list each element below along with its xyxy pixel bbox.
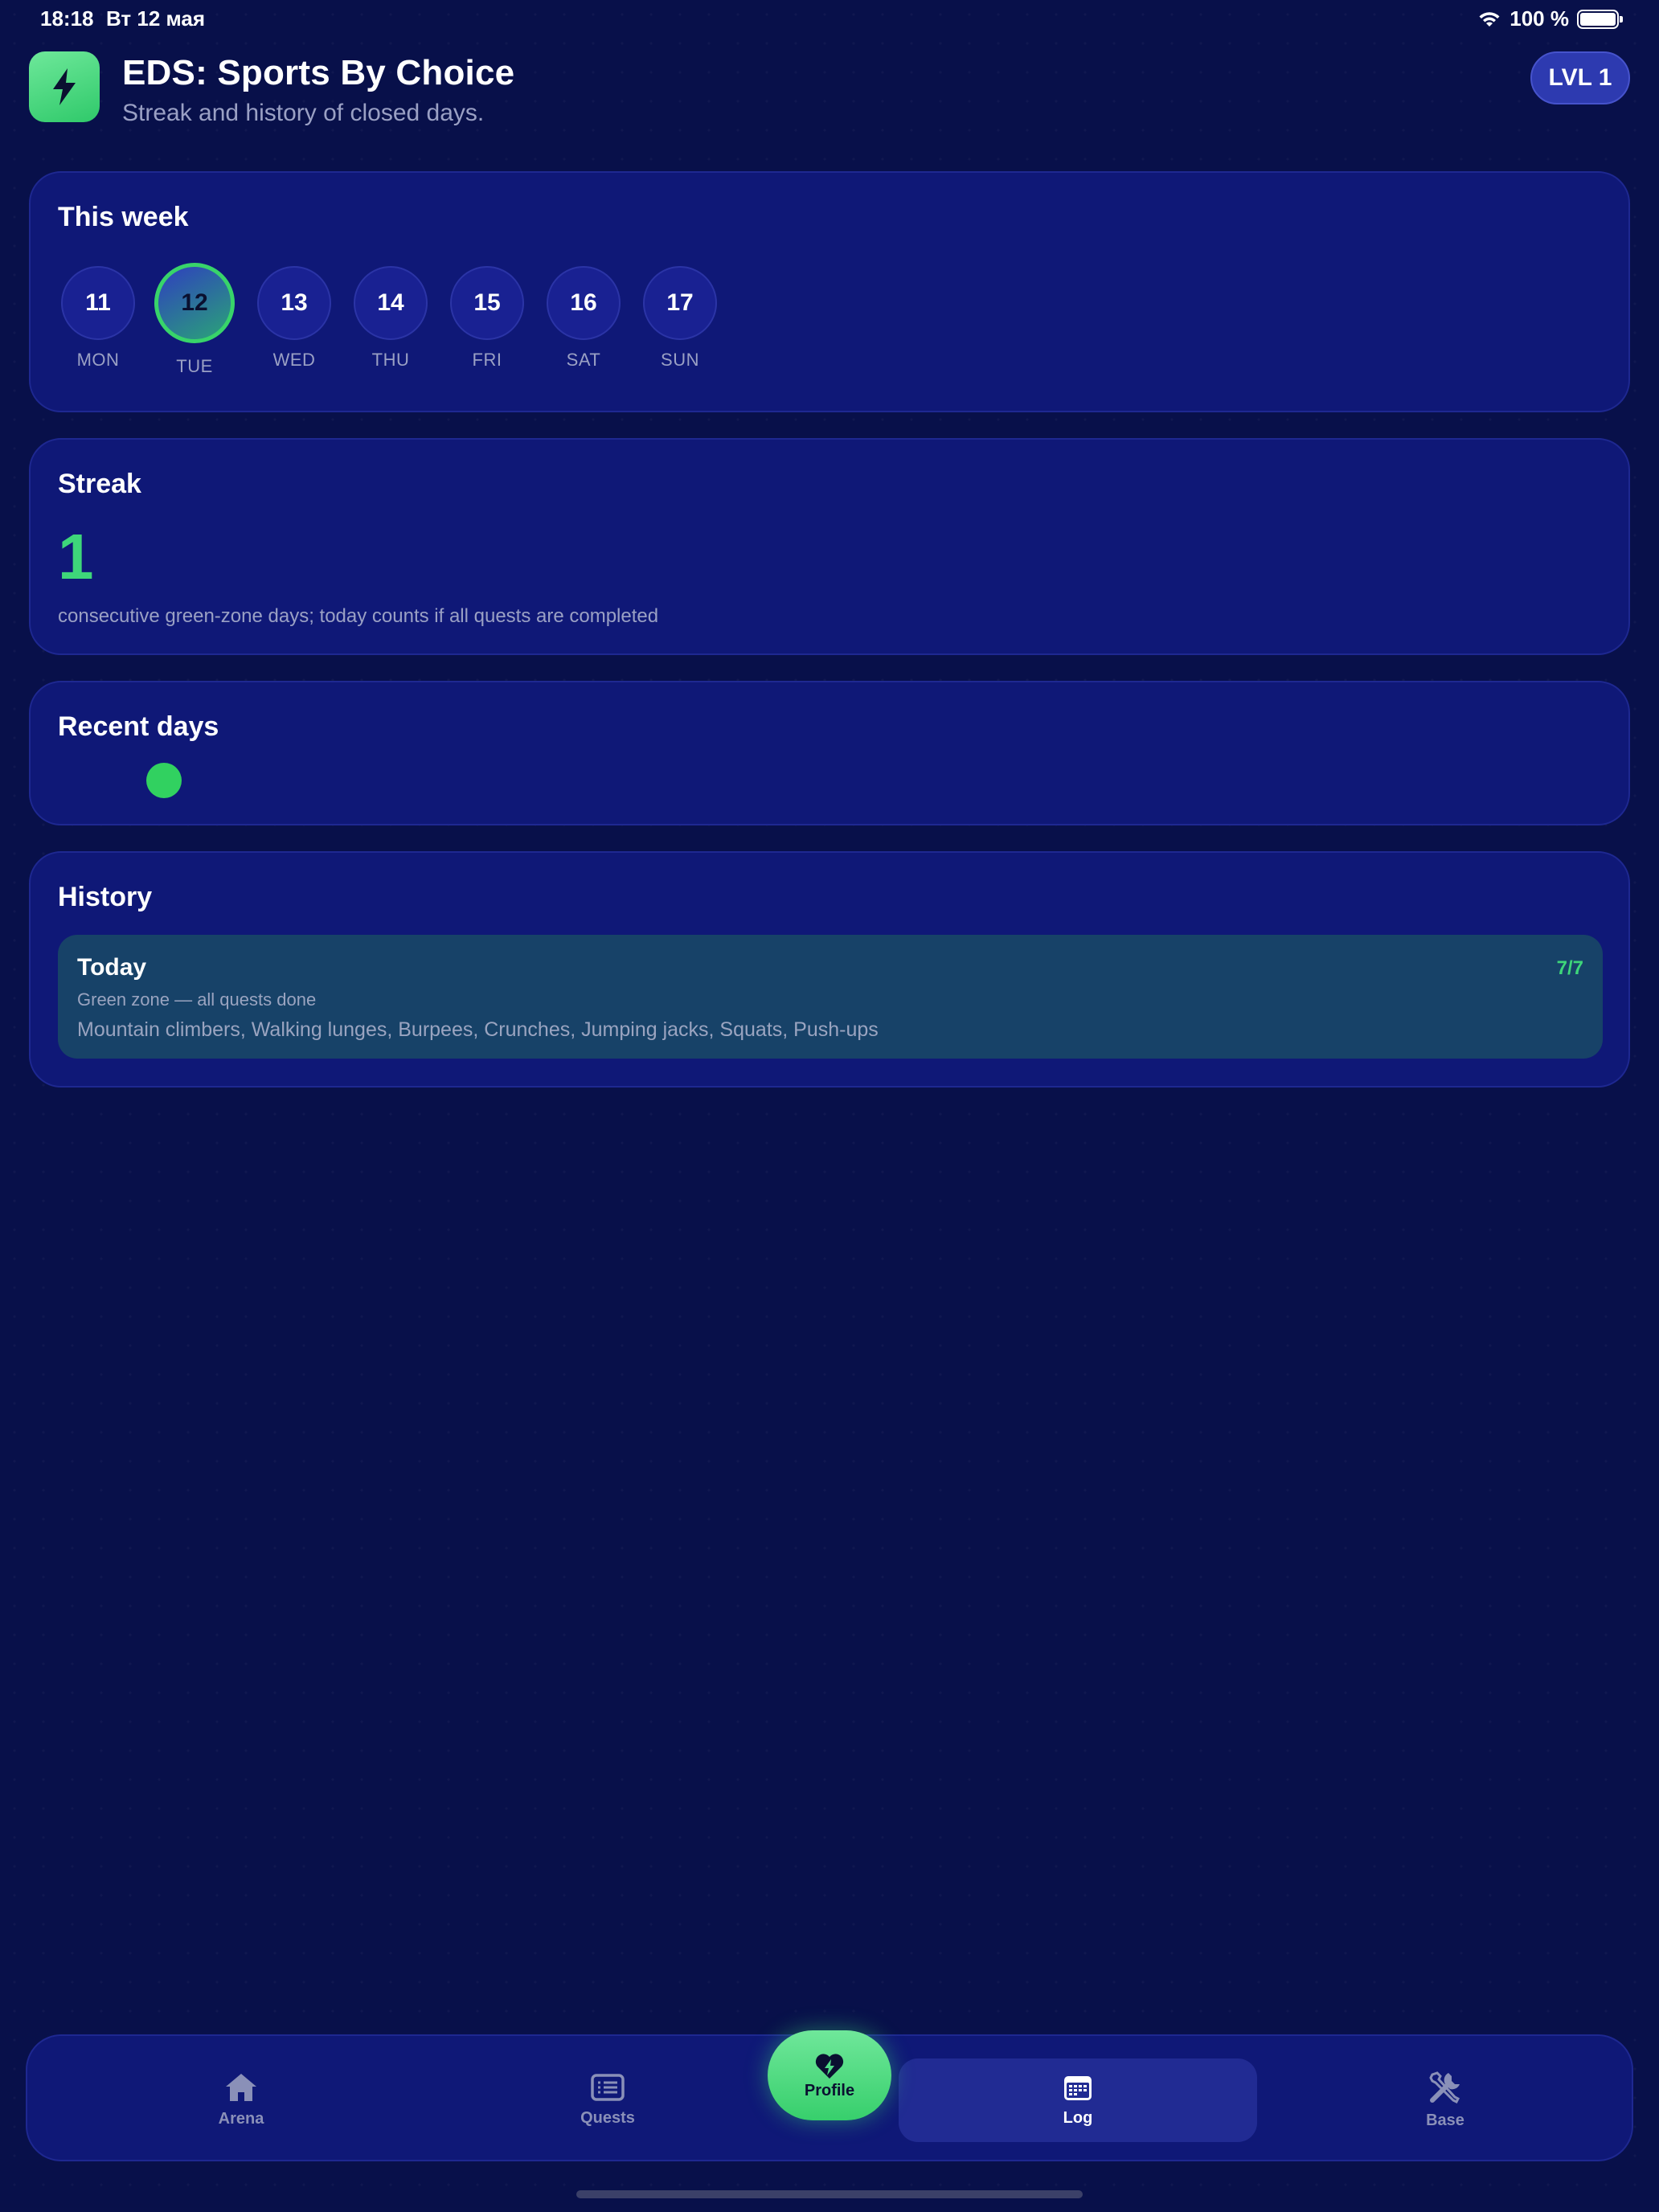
app-subtitle: Streak and history of closed days. [122,100,485,126]
history-item-exercises: Mountain climbers, Walking lunges, Burpe… [77,1018,879,1041]
tab-label: Base [1426,2111,1464,2129]
app-title: EDS: Sports By Choice [122,53,515,92]
tools-icon [1429,2071,1460,2103]
history-item-zone: Green zone — all quests done [77,989,317,1010]
tab-log[interactable]: Log [899,2058,1257,2142]
day-number: 14 [354,266,428,340]
history-item-title: Today [77,954,147,981]
streak-title: Streak [58,469,141,499]
recent-day-dot-green[interactable] [146,763,182,798]
day-number: 15 [450,266,524,340]
tab-quests[interactable]: Quests [539,2036,677,2163]
tab-label: Arena [218,2109,264,2128]
day-label: MON [76,350,120,370]
home-icon [226,2073,256,2101]
day-label: SAT [566,350,601,370]
wifi-icon [1479,11,1500,27]
status-time: 18:18 [40,6,94,31]
day-thu[interactable]: 14 THU [354,266,428,371]
lightning-icon [53,68,76,105]
history-title: History [58,882,153,912]
day-mon[interactable]: 11 MON [61,266,135,371]
recent-days-card: Recent days [29,681,1630,825]
day-fri[interactable]: 15 FRI [450,266,524,371]
day-number: 17 [643,266,717,340]
day-number-selected: 12 [154,263,235,343]
day-label: TUE [176,356,213,376]
list-icon [591,2073,625,2101]
tab-base[interactable]: Base [1376,2036,1514,2163]
streak-card: Streak 1 consecutive green-zone days; to… [29,438,1630,655]
heart-lightning-icon [815,2053,844,2079]
level-badge[interactable]: LVL 1 [1530,51,1630,104]
tab-arena[interactable]: Arena [172,2036,310,2163]
calendar-icon [1064,2075,1092,2100]
streak-value: 1 [58,521,94,592]
day-number: 16 [547,266,621,340]
status-bar: 18:18 Вт 12 мая 100 % [0,0,1659,40]
day-label: SUN [661,350,699,370]
day-number: 11 [61,266,135,340]
home-indicator[interactable] [576,2190,1083,2198]
recent-days-title: Recent days [58,711,219,742]
day-sat[interactable]: 16 SAT [547,266,621,371]
battery-percent: 100 % [1509,6,1569,31]
day-label: THU [371,350,410,370]
day-label: WED [272,350,316,370]
history-item-today[interactable]: Today 7/7 Green zone — all quests done M… [58,935,1603,1059]
profile-label: Profile [804,2081,855,2099]
app-logo [29,51,100,122]
status-date: Вт 12 мая [106,6,206,31]
day-sun[interactable]: 17 SUN [643,266,717,371]
week-title: This week [58,202,189,232]
day-wed[interactable]: 13 WED [257,266,331,371]
day-label: FRI [472,350,502,370]
day-tue[interactable]: 12 TUE [154,263,235,377]
day-number: 13 [257,266,331,340]
history-card: History Today 7/7 Green zone — all quest… [29,851,1630,1088]
battery-icon [1577,9,1623,29]
streak-description: consecutive green-zone days; today count… [58,605,659,627]
week-card: This week 11 MON 12 TUE 13 WED 14 THU 15… [29,171,1630,412]
profile-button[interactable]: Profile [768,2030,891,2120]
status-right: 100 % [1477,6,1623,31]
tab-label: Quests [580,2108,635,2127]
tab-label: Log [1063,2108,1093,2127]
history-item-count: 7/7 [1556,957,1583,979]
